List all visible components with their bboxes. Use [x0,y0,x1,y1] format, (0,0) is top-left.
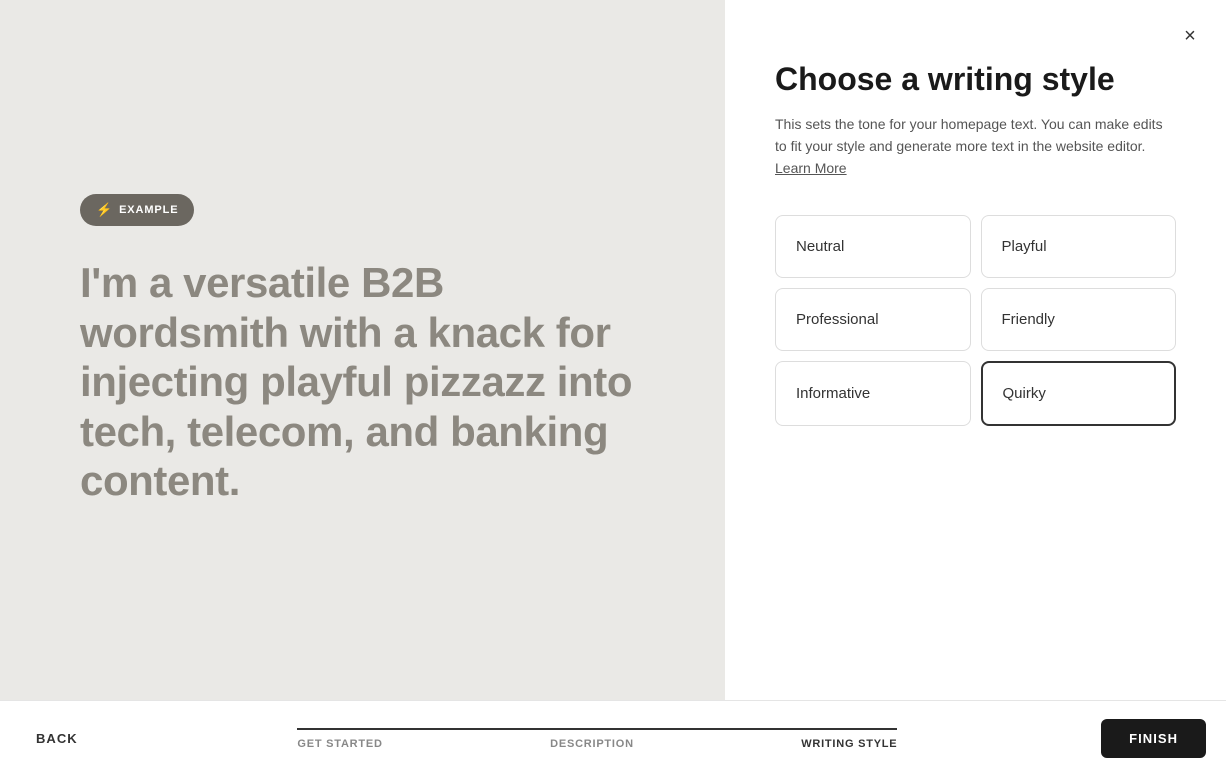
style-options-grid: Neutral Playful Professional Friendly In… [775,215,1176,426]
finish-button[interactable]: FINISH [1101,719,1206,758]
close-button[interactable]: × [1174,20,1206,52]
step-label-description: DESCRIPTION [550,738,634,750]
progress-bar-track [297,728,897,730]
step-label-writing-style: WRITING STYLE [801,738,897,750]
hero-text: I'm a versatile B2B wordsmith with a kna… [80,258,645,506]
style-option-informative[interactable]: Informative [775,361,971,426]
style-option-friendly[interactable]: Friendly [981,288,1177,351]
step-labels: GET STARTED DESCRIPTION WRITING STYLE [297,738,897,750]
step-label-get-started: GET STARTED [297,738,382,750]
step-indicators: GET STARTED DESCRIPTION WRITING STYLE [94,728,1101,750]
back-button[interactable]: BACK [20,721,94,756]
style-option-professional[interactable]: Professional [775,288,971,351]
panel-title: Choose a writing style [775,60,1176,98]
bolt-icon: ⚡ [96,202,113,218]
example-label: EXAMPLE [119,204,178,216]
example-badge: ⚡ EXAMPLE [80,194,194,226]
style-option-playful[interactable]: Playful [981,215,1177,278]
progress-bar-fill [297,728,897,730]
style-option-neutral[interactable]: Neutral [775,215,971,278]
writing-style-panel: × Choose a writing style This sets the t… [725,0,1226,700]
style-option-quirky[interactable]: Quirky [981,361,1177,426]
learn-more-link[interactable]: Learn More [775,160,847,176]
preview-panel: ⚡ EXAMPLE I'm a versatile B2B wordsmith … [0,0,725,700]
panel-description: This sets the tone for your homepage tex… [775,114,1176,179]
bottom-bar: BACK GET STARTED DESCRIPTION WRITING STY… [0,700,1226,776]
